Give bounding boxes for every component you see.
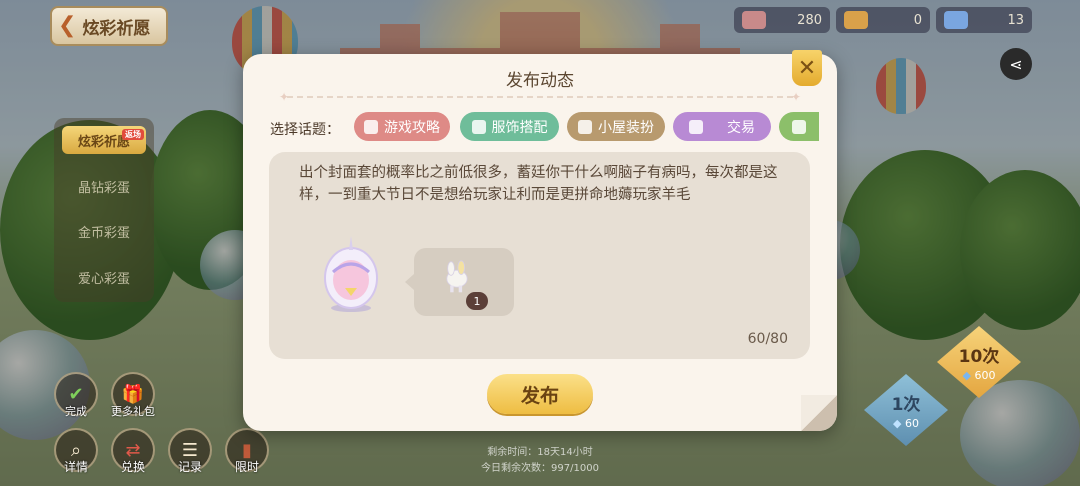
resource-key: 0 xyxy=(836,7,930,33)
trade-icon xyxy=(689,119,703,134)
share-icon: ⋖ xyxy=(1009,54,1023,74)
post-textbox[interactable]: 出个封面套的概率比之前低很多，蓄廷你干什么啊脑子有病吗，每次都是这样，一到重大节… xyxy=(269,152,810,359)
back-button-label: 炫彩祈愿 xyxy=(82,18,151,39)
page-curl-decoration xyxy=(801,395,837,431)
topic-chip-label: 小屋装扮 xyxy=(598,119,654,136)
topic-chip-label: 交易 xyxy=(727,119,755,136)
key-icon xyxy=(844,11,868,29)
gem-icon: ◆ xyxy=(962,369,971,382)
bunny-outfit-image xyxy=(446,260,468,293)
side-menu-item-coin-egg[interactable]: 金币彩蛋 xyxy=(62,217,146,245)
daily-remaining: 今日剩余次数：997/1000 xyxy=(481,463,599,474)
return-badge: 返场 xyxy=(122,129,144,140)
exchange-button-label: 兑换 xyxy=(120,460,145,474)
dialog-divider xyxy=(287,96,793,98)
topic-chip-game-guide[interactable]: 游戏攻略 xyxy=(354,112,450,141)
record-button-label: 记录 xyxy=(177,460,202,474)
hanger-icon xyxy=(471,119,486,134)
share-button[interactable]: ⋖ xyxy=(1000,48,1032,80)
dialog-title: 发布动态 xyxy=(506,71,574,91)
rainbow-egg-image xyxy=(324,236,378,312)
resource-ticket-value: 280 xyxy=(797,12,822,28)
attached-item-card[interactable]: 1 xyxy=(405,248,514,316)
draw-one-count: 1次 xyxy=(891,395,921,415)
side-menu-label: 晶钻彩蛋 xyxy=(77,180,130,196)
draw-ten-cost: ◆ 600 xyxy=(963,369,996,382)
resource-ticket: 280 xyxy=(734,7,830,33)
topic-chip-more[interactable] xyxy=(779,112,819,141)
details-button-label: 详情 xyxy=(63,460,88,474)
character-counter: 60/80 xyxy=(747,331,788,347)
resource-gem: 13 xyxy=(936,7,1032,33)
topic-chip-house-decor[interactable]: 小屋装扮 xyxy=(567,112,665,141)
close-icon: ✕ xyxy=(797,55,817,81)
side-menu-item-crystal-egg[interactable]: 晶钻彩蛋 xyxy=(62,172,146,200)
side-menu: 炫彩祈愿 返场 晶钻彩蛋 金币彩蛋 爱心彩蛋 xyxy=(54,118,154,302)
back-arrow-icon: ❮ xyxy=(58,13,77,38)
guide-book-icon xyxy=(364,119,378,134)
remaining-time: 剩余时间：18天14小时 xyxy=(487,447,593,458)
side-menu-label: 爱心彩蛋 xyxy=(77,271,130,287)
draw-one-cost-value: 60 xyxy=(904,417,919,430)
side-menu-item-rainbow-wish[interactable]: 炫彩祈愿 返场 xyxy=(62,126,146,154)
publish-button[interactable]: 发布 xyxy=(487,374,593,414)
checkmark-icon: ✔ xyxy=(68,383,84,405)
topic-chip-label: 游戏攻略 xyxy=(384,119,440,136)
draw-ten-count: 10次 xyxy=(958,347,1000,367)
side-menu-label: 金币彩蛋 xyxy=(77,225,130,241)
gift-box-icon xyxy=(792,119,806,134)
sparkle-gem-icon xyxy=(944,11,968,29)
star-icon: ✦ xyxy=(790,90,801,104)
gift-icon: 🎁 xyxy=(121,383,145,405)
close-button[interactable]: ✕ xyxy=(792,50,822,86)
post-message-text[interactable]: 出个封面套的概率比之前低很多，蓄廷你干什么啊脑子有病吗，每次都是这样，一到重大节… xyxy=(299,162,787,206)
topic-label: 选择话题： xyxy=(270,122,340,138)
item-quantity-badge: 1 xyxy=(466,292,488,310)
ticket-icon xyxy=(742,11,766,29)
topic-chip-trade[interactable]: 交易 xyxy=(673,112,771,141)
resource-key-value: 0 xyxy=(913,12,922,28)
topic-chip-outfit[interactable]: 服饰搭配 xyxy=(460,112,559,141)
house-icon xyxy=(578,119,592,134)
topic-chip-label: 服饰搭配 xyxy=(491,119,548,136)
resource-gem-value: 13 xyxy=(1007,12,1024,28)
back-button[interactable]: ❮ 炫彩祈愿 xyxy=(50,6,168,46)
draw-ten-cost-value: 600 xyxy=(974,369,996,382)
check-button-label: 完成 xyxy=(65,405,87,418)
gift-pack-button-label: 更多礼包 xyxy=(111,405,155,418)
publish-post-dialog: 发布动态 ✦ ✦ 选择话题： 游戏攻略 服饰搭配 小屋装扮 交易 出个封面套的概… xyxy=(243,54,837,431)
side-menu-item-heart-egg[interactable]: 爱心彩蛋 xyxy=(62,263,146,291)
gem-icon: ◆ xyxy=(893,417,902,430)
draw-one-cost: ◆ 60 xyxy=(893,417,919,430)
limited-button-label: 限时 xyxy=(234,460,259,474)
